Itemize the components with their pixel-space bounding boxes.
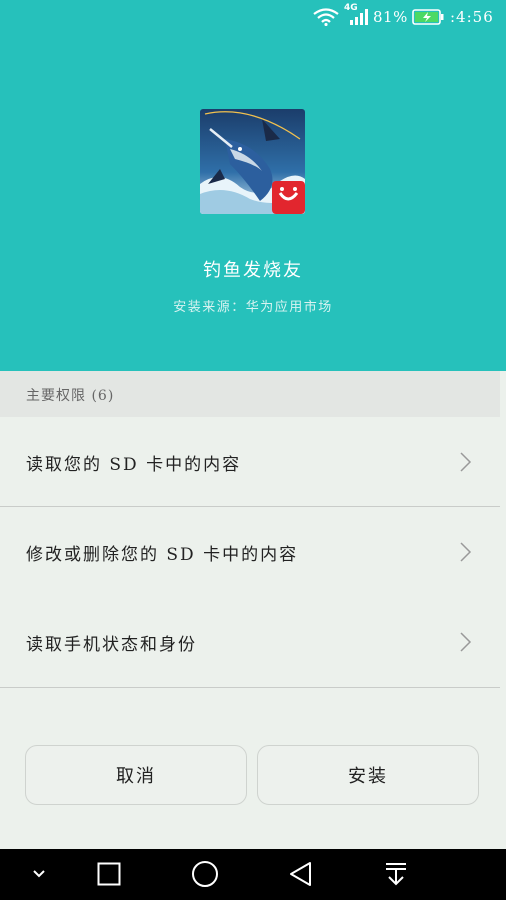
permissions-section-header: 主要权限 (6) bbox=[0, 371, 500, 417]
install-source: 安装来源：华为应用市场 bbox=[173, 300, 333, 315]
permission-row-modify-sd[interactable]: 修改或删除您的 SD 卡中的内容 bbox=[0, 507, 500, 597]
back-icon[interactable] bbox=[288, 861, 314, 887]
home-icon[interactable] bbox=[191, 860, 219, 888]
app-icon bbox=[200, 109, 305, 214]
install-button[interactable]: 安装 bbox=[257, 745, 479, 805]
signal-icon bbox=[350, 9, 368, 25]
recent-apps-icon[interactable] bbox=[97, 862, 121, 886]
chevron-down-icon[interactable] bbox=[30, 867, 48, 881]
permission-row-phone-state[interactable]: 读取手机状态和身份 bbox=[0, 597, 500, 687]
cancel-button[interactable]: 取消 bbox=[25, 745, 247, 805]
notification-pulldown-icon[interactable] bbox=[384, 861, 408, 887]
permission-label: 读取手机状态和身份 bbox=[26, 635, 197, 655]
wifi-icon bbox=[313, 8, 339, 26]
chevron-right-icon bbox=[460, 632, 472, 652]
battery-percent: 81% bbox=[373, 8, 408, 26]
permissions-header-label: 主要权限 (6) bbox=[26, 388, 115, 404]
permission-row-read-sd[interactable]: 读取您的 SD 卡中的内容 bbox=[0, 417, 500, 507]
battery-charging-icon bbox=[412, 9, 444, 25]
clock: :4:56 bbox=[450, 8, 494, 26]
status-bar: 4G 81% :4:56 bbox=[0, 0, 506, 36]
permission-label: 读取您的 SD 卡中的内容 bbox=[26, 455, 242, 475]
app-info-header: 4G 81% :4:56 钓鱼发烧友 安装来源：华为应用市场 bbox=[0, 0, 506, 371]
chevron-right-icon bbox=[460, 542, 472, 562]
divider bbox=[0, 687, 500, 688]
app-name: 钓鱼发烧友 bbox=[203, 260, 303, 281]
chevron-right-icon bbox=[460, 452, 472, 472]
permission-label: 修改或删除您的 SD 卡中的内容 bbox=[26, 545, 299, 565]
navigation-bar bbox=[0, 849, 506, 900]
